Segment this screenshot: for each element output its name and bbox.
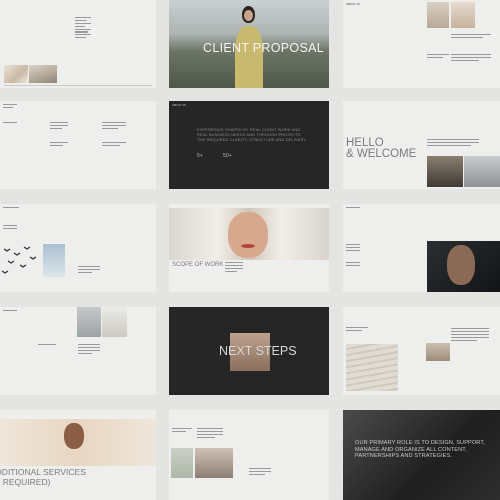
slide-dark-intro[interactable]: ABOUT US EXPERIENCE SHAPED BY REAL CLIEN… xyxy=(169,101,329,189)
photo-woman-portrait xyxy=(169,208,329,260)
photo-woman-top xyxy=(427,2,449,28)
service-col-1 xyxy=(50,122,68,131)
scope-list xyxy=(225,262,243,274)
services-intro xyxy=(3,122,17,125)
slide-hello-welcome[interactable]: HELLO & WELCOME xyxy=(343,101,500,189)
photo-woman-white xyxy=(77,307,101,337)
birds-caption xyxy=(78,266,100,275)
photo-dunes xyxy=(102,307,127,337)
slide-closing[interactable]: OUR PRIMARY ROLE IS TO DESIGN, SUPPORT, … xyxy=(343,410,500,500)
next-steps-title: NEXT STEPS xyxy=(219,344,297,358)
photo-car xyxy=(195,448,233,478)
photo-woman-dark xyxy=(427,241,500,292)
closing-text: OUR PRIMARY ROLE IS TO DESIGN, SUPPORT, … xyxy=(355,440,485,460)
service-col-2 xyxy=(102,122,126,131)
service-col-3 xyxy=(50,142,68,148)
dunes-list xyxy=(451,328,489,342)
slide-additional-services[interactable]: ADDITIONAL SERVICES (IF REQUIRED) xyxy=(0,410,156,500)
slide-client-proposal[interactable]: CLIENT PROPOSAL xyxy=(169,0,329,88)
slide-scope-of-work[interactable]: SCOPE OF WORK xyxy=(169,204,329,292)
dark-intro-label: ABOUT US xyxy=(172,104,187,107)
slide-grid: CLIENT PROPOSAL ABOUT US ABOUT US EXPERI… xyxy=(0,0,500,500)
dark-intro-text: EXPERIENCE SHAPED BY REAL CLIENT WORK AN… xyxy=(197,127,307,142)
photo-sand-dunes xyxy=(346,344,398,391)
slide-contents[interactable] xyxy=(0,0,156,88)
products-caption xyxy=(249,468,271,477)
slide-services-list[interactable] xyxy=(0,101,156,189)
photo-room xyxy=(29,65,57,83)
photo-woman-sitting xyxy=(4,65,28,83)
contents-list xyxy=(75,17,91,40)
team-heading xyxy=(346,207,360,210)
hello-line-2: & WELCOME xyxy=(346,148,417,160)
slide-next-steps[interactable]: NEXT STEPS xyxy=(169,307,329,395)
slide-woman-sand[interactable] xyxy=(0,307,156,395)
team-col-2 xyxy=(346,262,360,268)
stat-1: 5+ xyxy=(197,153,203,159)
about-label: ABOUT US xyxy=(346,3,361,6)
photo-woman-small xyxy=(426,343,450,361)
photo-woman-hat xyxy=(451,2,475,28)
slide-team[interactable] xyxy=(343,204,500,292)
services-heading xyxy=(3,104,17,110)
about-text xyxy=(451,34,491,40)
team-col-1 xyxy=(346,244,360,253)
scope-title: SCOPE OF WORK xyxy=(172,262,224,268)
slide-birds[interactable] xyxy=(0,204,156,292)
slide-dunes[interactable] xyxy=(343,307,500,395)
about-text-3 xyxy=(451,54,491,63)
stat-2: 50+ xyxy=(223,153,232,159)
sand-caption xyxy=(38,344,56,347)
birds-heading xyxy=(3,207,19,210)
about-text-2 xyxy=(427,54,449,60)
dunes-heading xyxy=(346,327,368,333)
photo-birds xyxy=(0,241,42,275)
slide-about[interactable]: ABOUT US xyxy=(343,0,500,88)
products-text xyxy=(197,428,223,440)
photo-woman-garden xyxy=(171,448,193,478)
photo-woman-standing xyxy=(427,156,463,187)
sand-heading xyxy=(3,310,17,313)
proposal-title: CLIENT PROPOSAL xyxy=(203,41,324,55)
photo-woman-dress xyxy=(43,244,65,277)
photo-sky xyxy=(464,156,500,187)
additional-line-2: (IF REQUIRED) xyxy=(0,477,51,487)
slide-products[interactable] xyxy=(169,410,329,500)
birds-text xyxy=(3,225,17,231)
hello-text xyxy=(427,139,479,148)
products-heading xyxy=(172,428,192,434)
footer-line xyxy=(4,85,152,86)
photo-woman-beach xyxy=(0,419,156,466)
sand-text xyxy=(78,344,100,356)
additional-line-1: ADDITIONAL SERVICES xyxy=(0,467,86,477)
service-col-4 xyxy=(102,142,126,148)
